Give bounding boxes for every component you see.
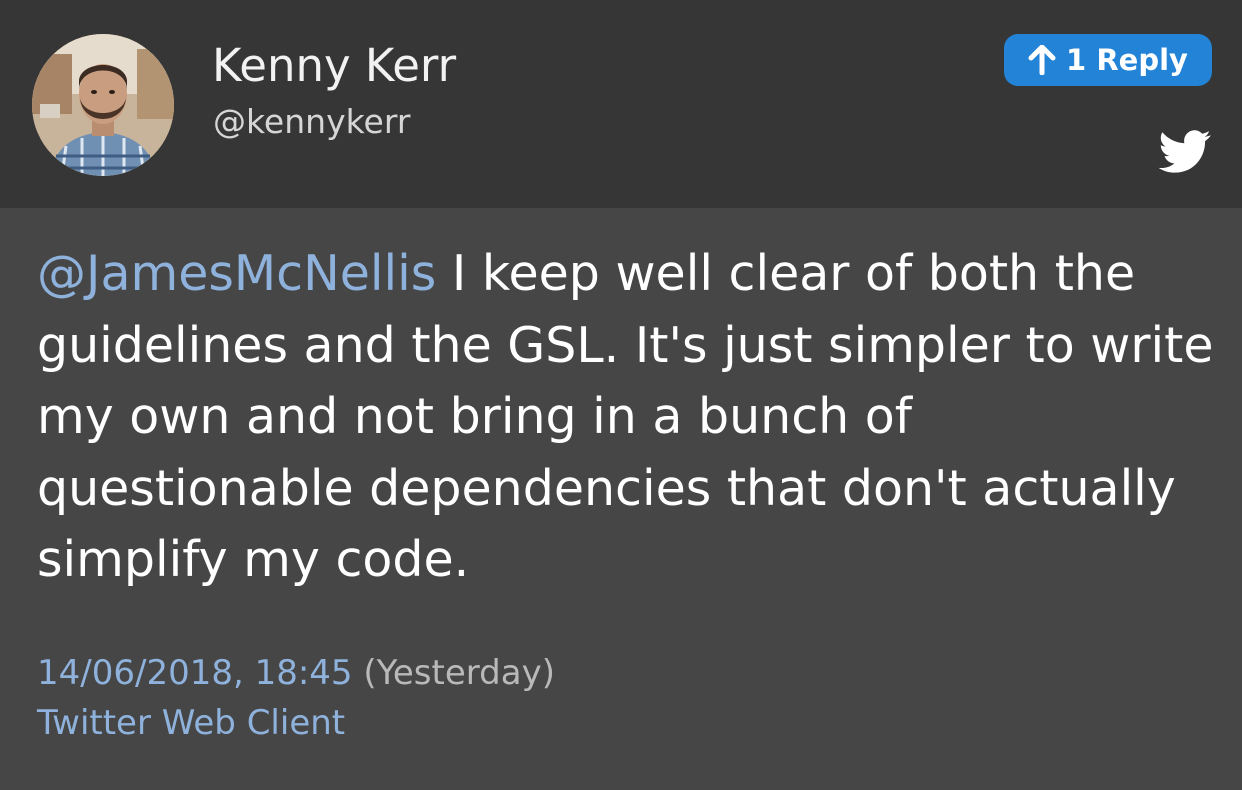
mention-link[interactable]: @JamesMcNellis <box>37 245 436 302</box>
twitter-bird-icon <box>1158 130 1211 173</box>
avatar-image <box>32 34 174 176</box>
reply-count-label: 1 Reply <box>1066 43 1188 77</box>
avatar[interactable] <box>32 34 174 176</box>
arrow-up-icon <box>1028 45 1056 75</box>
reply-count-button[interactable]: 1 Reply <box>1004 34 1212 86</box>
tweet-timestamp[interactable]: 14/06/2018, 18:45 <box>37 653 353 693</box>
author-name[interactable]: Kenny Kerr <box>212 38 456 94</box>
tweet-header: Kenny Kerr @kennykerr 1 Reply <box>0 0 1242 208</box>
tweet-relative-time: (Yesterday) <box>363 653 555 693</box>
tweet-meta: 14/06/2018, 18:45 (Yesterday) <box>37 648 555 698</box>
tweet-client[interactable]: Twitter Web Client <box>37 698 345 748</box>
tweet-text: @JamesMcNellis I keep well clear of both… <box>37 238 1217 596</box>
author-handle[interactable]: @kennykerr <box>213 100 410 144</box>
